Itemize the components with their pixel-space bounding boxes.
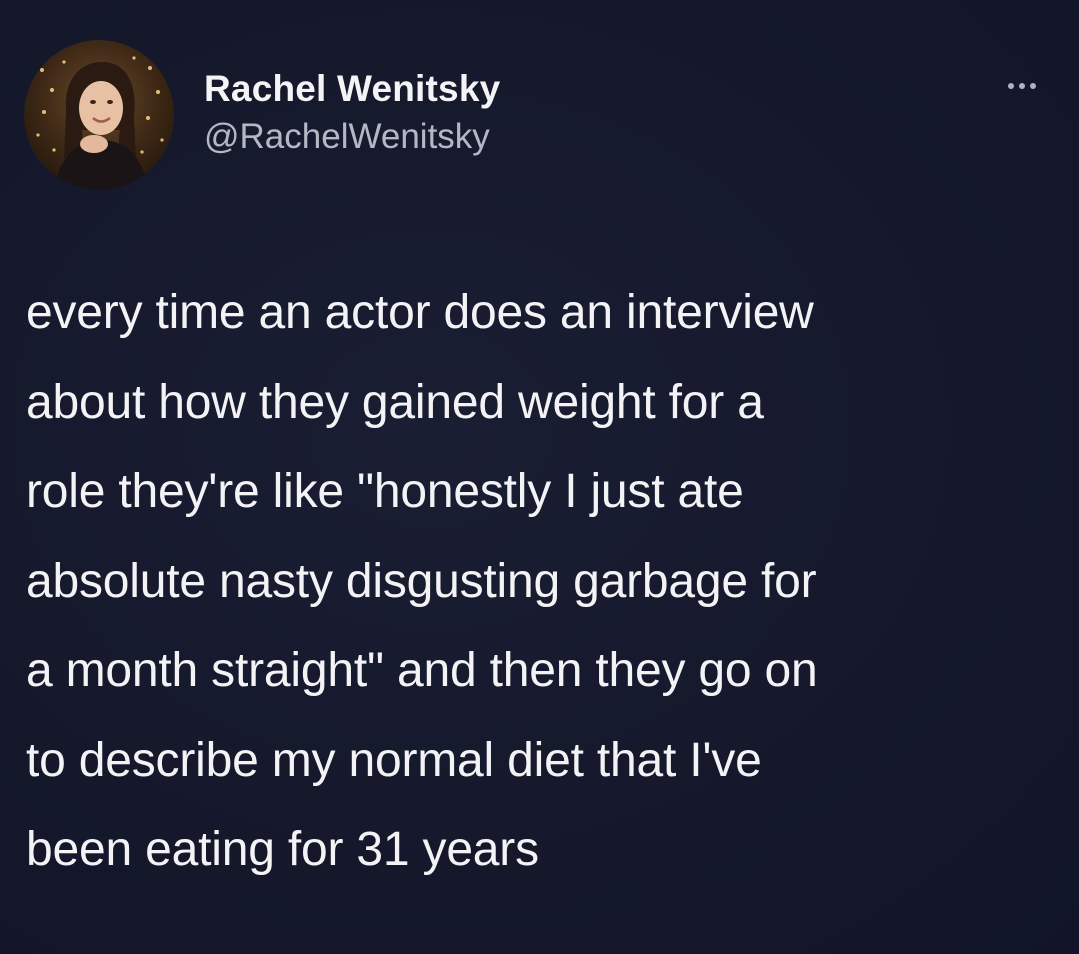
tweet-text-line: every time an actor does an interview [26, 286, 814, 339]
tweet-text: every time an actor does an interview ab… [26, 268, 1066, 895]
avatar-photo-icon [24, 40, 174, 190]
more-options-button[interactable] [998, 74, 1046, 98]
avatar[interactable] [24, 40, 174, 190]
tweet-text-line: a month straight" and then they go on [26, 644, 818, 697]
tweet-text-line: been eating for 31 years [26, 823, 539, 876]
author-handle[interactable]: @RachelWenitsky [204, 115, 500, 159]
ellipsis-icon [1030, 83, 1036, 89]
author-names: Rachel Wenitsky @RachelWenitsky [204, 67, 500, 159]
tweet-header: Rachel Wenitsky @RachelWenitsky [24, 40, 1054, 190]
tweet-text-line: role they're like "honestly I just ate [26, 465, 744, 518]
ellipsis-icon [1008, 83, 1014, 89]
ellipsis-icon [1019, 83, 1025, 89]
tweet-text-line: absolute nasty disgusting garbage for [26, 554, 817, 608]
tweet-text-line: about how they gained weight for a [26, 375, 764, 429]
tweet-card: Rachel Wenitsky @RachelWenitsky every ti… [0, 0, 1079, 954]
tweet-text-line: to describe my normal diet that I've [26, 733, 762, 787]
author-display-name[interactable]: Rachel Wenitsky [204, 67, 500, 111]
